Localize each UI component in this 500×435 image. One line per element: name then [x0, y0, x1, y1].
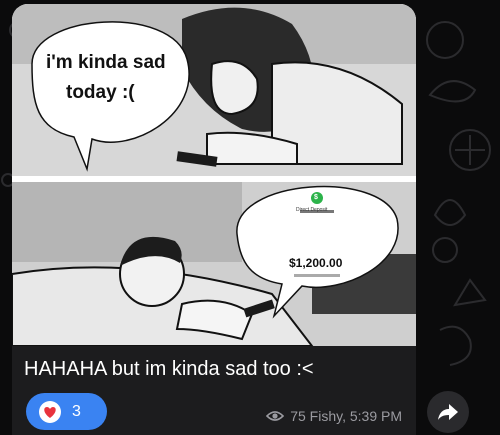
speech-text-line-2: today :(: [66, 82, 135, 103]
message-bubble: i'm kinda sad today :( $ Direct Deposit …: [12, 4, 416, 435]
heart-icon: [39, 400, 61, 423]
money-amount: $1,200.00: [289, 256, 343, 270]
heart-reaction-button[interactable]: 3: [26, 393, 107, 430]
message-meta: 75 Fishy, 5:39 PM: [266, 408, 402, 424]
views-and-time: 75 Fishy, 5:39 PM: [290, 408, 402, 424]
message-caption: HAHAHA but im kinda sad too :<: [24, 358, 314, 380]
forward-arrow-icon: [438, 404, 458, 420]
forward-button[interactable]: [427, 391, 469, 433]
money-badge-symbol: $: [314, 194, 318, 201]
eye-icon: [266, 411, 285, 421]
reaction-count: 3: [72, 402, 81, 420]
deposit-label: Direct Deposit: [296, 207, 328, 213]
speech-text-line-1: i'm kinda sad: [46, 52, 166, 73]
